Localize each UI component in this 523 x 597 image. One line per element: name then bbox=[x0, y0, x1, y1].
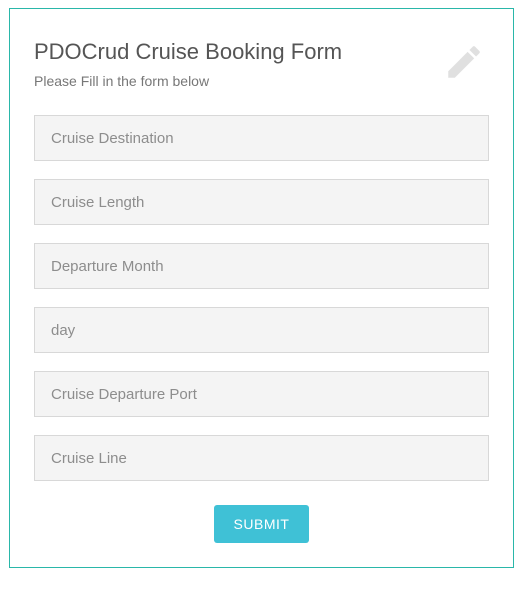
submit-row: SUBMIT bbox=[34, 505, 489, 543]
form-header: PDOCrud Cruise Booking Form Please Fill … bbox=[34, 39, 489, 89]
departure-month-input[interactable] bbox=[34, 243, 489, 289]
departure-port-input[interactable] bbox=[34, 371, 489, 417]
day-input[interactable] bbox=[34, 307, 489, 353]
booking-form-card: PDOCrud Cruise Booking Form Please Fill … bbox=[9, 8, 514, 568]
pencil-icon bbox=[443, 41, 485, 83]
cruise-length-input[interactable] bbox=[34, 179, 489, 225]
form-title: PDOCrud Cruise Booking Form bbox=[34, 39, 489, 65]
submit-button[interactable]: SUBMIT bbox=[214, 505, 310, 543]
cruise-line-input[interactable] bbox=[34, 435, 489, 481]
form-subtitle: Please Fill in the form below bbox=[34, 73, 489, 89]
cruise-destination-input[interactable] bbox=[34, 115, 489, 161]
